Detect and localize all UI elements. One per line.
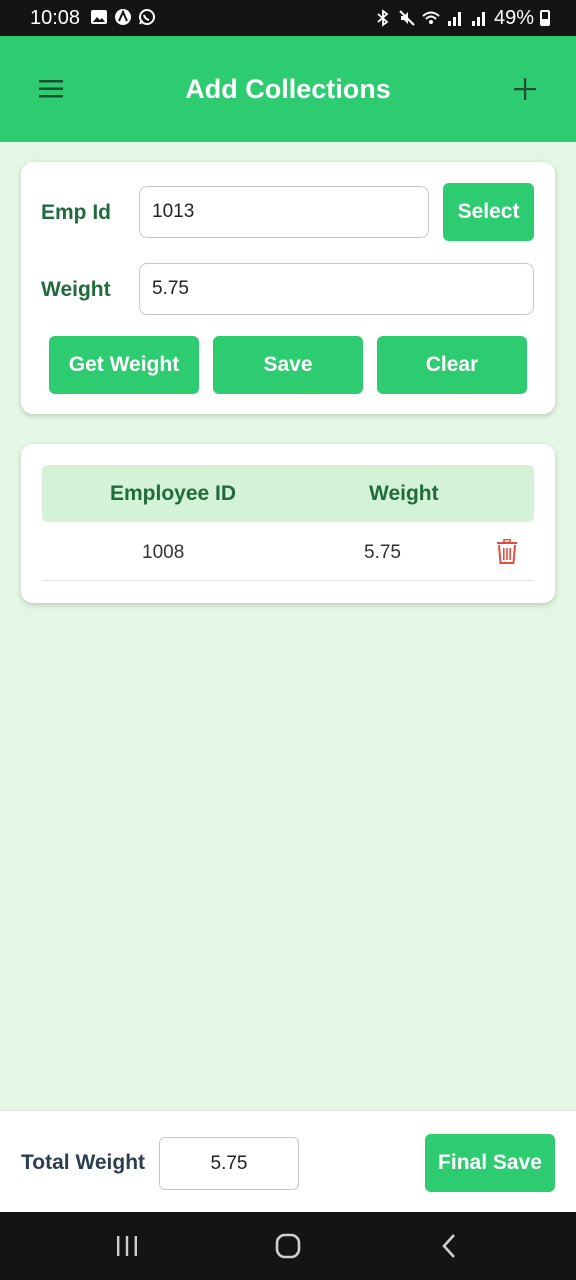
table-header: Employee ID Weight <box>42 465 534 522</box>
get-weight-button[interactable]: Get Weight <box>49 336 199 394</box>
select-button[interactable]: Select <box>443 183 534 241</box>
emp-id-input[interactable] <box>139 186 429 238</box>
final-save-button[interactable]: Final Save <box>425 1134 555 1192</box>
plus-icon[interactable] <box>510 74 540 104</box>
signal-icon <box>447 12 461 26</box>
collection-form-card: Emp Id Select Weight Get Weight Save Cle… <box>21 162 555 414</box>
column-header-weight: Weight <box>369 482 439 505</box>
emp-id-label: Emp Id <box>41 201 112 224</box>
total-weight-field: 5.75 <box>159 1137 299 1190</box>
whatsapp-icon <box>139 9 155 25</box>
volte-signal-icon <box>471 12 485 26</box>
trash-icon[interactable] <box>496 539 518 565</box>
column-header-employee-id: Employee ID <box>110 482 237 505</box>
gallery-icon <box>91 10 107 24</box>
row-weight: 5.75 <box>364 542 401 563</box>
save-button[interactable]: Save <box>213 336 363 394</box>
app-a-icon <box>115 9 131 25</box>
mute-icon <box>399 10 415 26</box>
app-bar: Add Collections <box>0 36 576 142</box>
system-navigation-bar <box>0 1212 576 1280</box>
bluetooth-icon <box>377 9 389 27</box>
back-icon[interactable] <box>434 1232 466 1260</box>
home-icon[interactable] <box>272 1232 304 1260</box>
footer-bar: Total Weight 5.75 Final Save <box>0 1110 576 1212</box>
table-row: 1008 5.75 <box>42 524 534 581</box>
wifi-icon <box>422 11 440 24</box>
weight-label: Weight <box>41 278 111 301</box>
total-weight-label: Total Weight <box>21 1151 146 1174</box>
row-employee-id: 1008 <box>142 542 185 563</box>
page-title: Add Collections <box>185 74 391 104</box>
collections-table-card: Employee ID Weight 1008 5.75 <box>21 444 555 603</box>
status-bar: 10:08 49% <box>0 0 576 36</box>
weight-input[interactable] <box>139 263 534 315</box>
battery-percent: 49% <box>493 7 534 29</box>
clear-button[interactable]: Clear <box>377 336 527 394</box>
status-time: 10:08 <box>30 7 81 29</box>
recent-apps-icon[interactable] <box>111 1232 143 1260</box>
status-right-icons: 49% <box>374 6 550 30</box>
battery-icon <box>540 10 550 26</box>
notification-icons <box>90 8 156 26</box>
